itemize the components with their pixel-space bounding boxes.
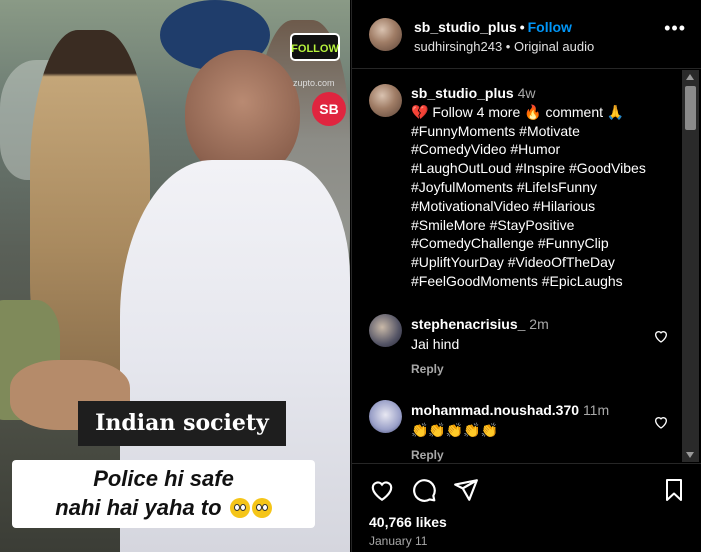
channel-badge: SB — [312, 92, 346, 126]
post-panel: sb_studio_plus • Follow sudhirsingh243 • O… — [351, 0, 701, 552]
follow-badge-text: FOLLOW — [291, 43, 339, 55]
author-avatar[interactable] — [369, 18, 402, 51]
post-header: sb_studio_plus • Follow sudhirsingh243 • O… — [369, 14, 701, 58]
like-heart-icon[interactable] — [369, 477, 395, 503]
caption-line: #SmileMore #StayPositive — [411, 216, 575, 233]
caption-age: 4w — [517, 85, 536, 101]
comment-item: mohammad.noushad.370 11m 👏👏👏👏👏 Reply — [369, 400, 669, 462]
caption-line: #LaughOutLoud #Inspire #GoodVibes — [411, 160, 646, 177]
comment-username[interactable]: mohammad.noushad.370 — [411, 402, 579, 418]
follow-button[interactable]: Follow — [528, 19, 572, 35]
separator-dot: • — [519, 19, 525, 35]
comment-body: stephenacrisius_ 2m Jai hind — [411, 314, 669, 354]
save-bookmark-icon[interactable] — [662, 477, 686, 503]
caption-line: #ComedyVideo #Humor — [411, 141, 561, 158]
caption-body: sb_studio_plus 4w 💔 Follow 4 more 🔥 comm… — [411, 84, 669, 291]
like-comment-heart-icon[interactable] — [653, 414, 669, 430]
caption-username[interactable]: sb_studio_plus — [411, 85, 514, 101]
overlay-tag-text: Indian society — [95, 410, 269, 436]
likes-count[interactable]: 40,766 likes — [369, 514, 447, 530]
comment-icon[interactable] — [411, 477, 437, 503]
ellipsis-icon[interactable]: ••• — [664, 18, 686, 39]
caption-line: #ComedyChallenge #FunnyClip — [411, 235, 609, 252]
comment-age: 2m — [529, 316, 549, 332]
caption-line: #JoyfulMoments #LifeIsFunny — [411, 178, 597, 195]
scrollbar-thumb[interactable] — [685, 86, 696, 130]
comment-username[interactable]: stephenacrisius_ — [411, 316, 525, 332]
scroll-up-arrow-icon[interactable] — [686, 74, 694, 80]
caption-line: 💔 Follow 4 more 🔥 comment 🙏 — [411, 103, 625, 120]
header-divider — [352, 68, 701, 69]
action-bar — [369, 477, 686, 505]
commenter-avatar[interactable] — [369, 314, 402, 347]
reply-button[interactable]: Reply — [411, 448, 669, 462]
footer-divider — [352, 463, 701, 464]
follow-badge-graphic: FOLLOW — [290, 33, 340, 61]
post-date: January 11 — [369, 534, 428, 548]
caption-line: #MotivationalVideo #Hilarious — [411, 197, 596, 214]
caption-block: sb_studio_plus 4w 💔 Follow 4 more 🔥 comm… — [369, 84, 669, 291]
overlay-tag: Indian society — [78, 401, 286, 446]
subtitle-line-1: Police hi safe — [93, 466, 234, 491]
audio-line: sudhirsingh243 • Original audio — [414, 39, 595, 54]
audio-label[interactable]: Original audio — [514, 39, 594, 54]
share-send-icon[interactable] — [453, 477, 479, 503]
caption-line: #UpliftYourDay #VideoOfTheDay — [411, 254, 615, 271]
comment-age: 11m — [582, 402, 610, 418]
comment-text: 👏👏👏👏👏 — [411, 422, 499, 438]
comment-text: Jai hind — [411, 336, 460, 352]
video-player[interactable]: FOLLOW zupto.com SB Indian society Polic… — [0, 0, 350, 552]
comment-body: mohammad.noushad.370 11m 👏👏👏👏👏 — [411, 400, 669, 440]
reply-button[interactable]: Reply — [411, 362, 669, 376]
caption-line: #FunnyMoments #Motivate — [411, 122, 580, 139]
scroll-down-arrow-icon[interactable] — [686, 452, 694, 458]
author-username[interactable]: sb_studio_plus — [414, 19, 517, 35]
caption-header: sb_studio_plus 4w — [411, 84, 669, 103]
caption-line: #FeelGoodMoments #EpicLaughs — [411, 272, 623, 289]
comment-item: stephenacrisius_ 2m Jai hind Reply — [369, 314, 669, 376]
watermark-text: zupto.com — [293, 78, 335, 88]
video-subtitle: Police hi safe nahi hai yaha to — [12, 460, 315, 528]
like-comment-heart-icon[interactable] — [653, 328, 669, 344]
subtitle-line-2: nahi hai yaha to — [12, 495, 315, 521]
comments-scroll-area[interactable]: sb_studio_plus 4w 💔 Follow 4 more 🔥 comm… — [352, 70, 687, 462]
caption-avatar[interactable] — [369, 84, 402, 117]
subtitle-line-2-text: nahi hai yaha to — [55, 495, 222, 520]
rolling-eyes-emoji-icon — [251, 498, 272, 518]
rolling-eyes-emoji-icon — [229, 498, 250, 518]
comments-scrollbar[interactable] — [682, 70, 699, 462]
audio-username[interactable]: sudhirsingh243 — [414, 39, 502, 54]
commenter-avatar[interactable] — [369, 400, 402, 433]
author-line: sb_studio_plus • Follow — [414, 19, 572, 35]
